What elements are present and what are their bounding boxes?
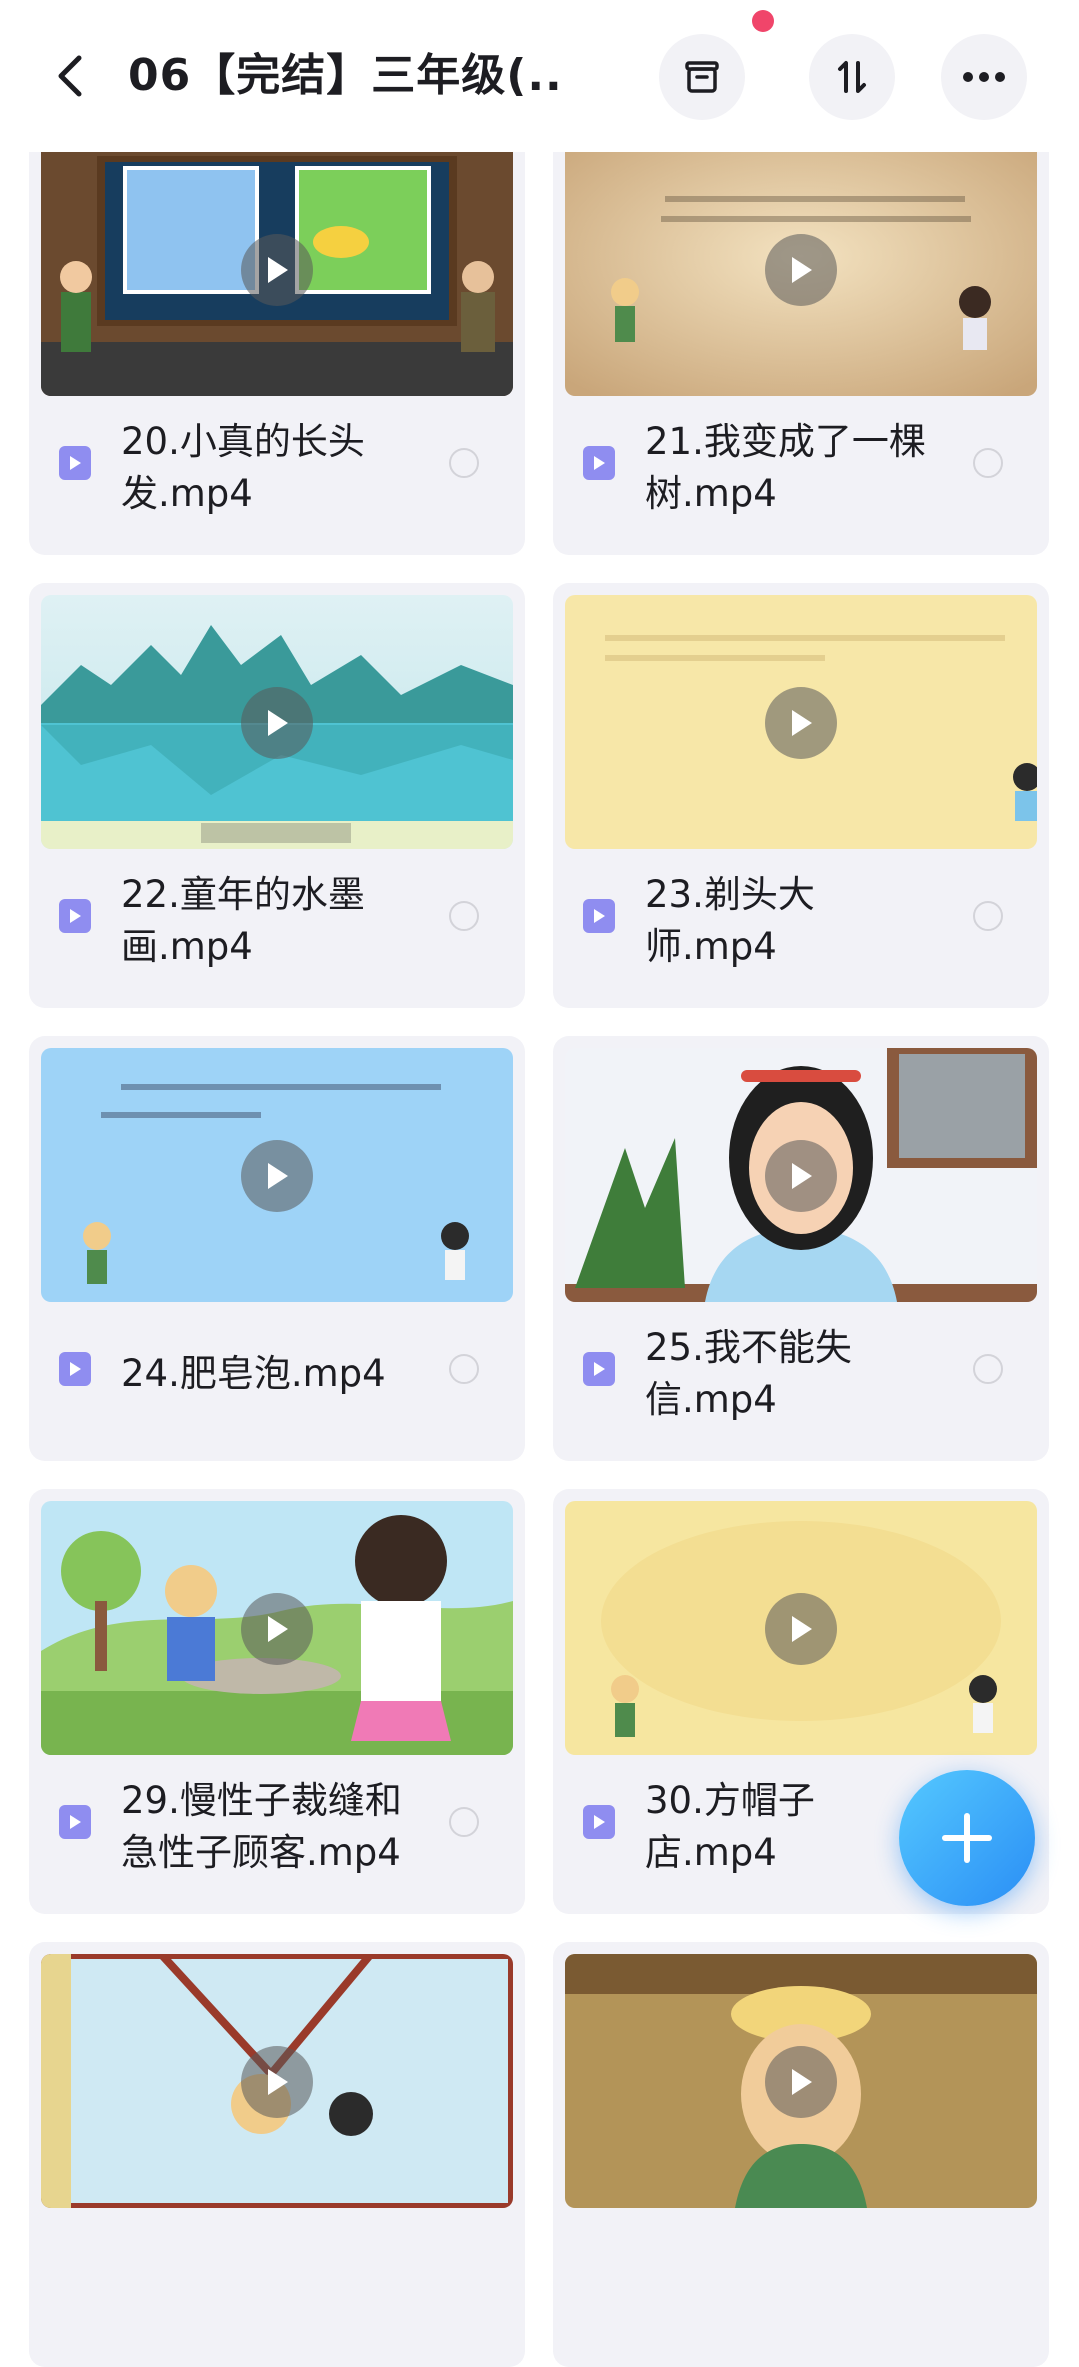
- play-icon[interactable]: [765, 1140, 837, 1212]
- file-card[interactable]: 22.童年的水墨画.mp4: [29, 583, 525, 1008]
- select-radio[interactable]: [449, 1354, 479, 1384]
- play-icon[interactable]: [765, 1593, 837, 1665]
- file-card[interactable]: 23.剃头大师.mp4: [553, 583, 1049, 1008]
- plus-icon: [942, 1813, 992, 1863]
- video-thumbnail[interactable]: [41, 1048, 513, 1302]
- file-name: 25.我不能失信.mp4: [645, 1326, 852, 1421]
- video-file-icon: [583, 899, 615, 933]
- play-icon[interactable]: [241, 1593, 313, 1665]
- page-title: 06【完结】三年级(...: [128, 50, 558, 101]
- video-thumbnail[interactable]: [41, 1954, 513, 2208]
- select-radio[interactable]: [973, 901, 1003, 931]
- file-card[interactable]: 20.小真的长头发.mp4: [29, 130, 525, 555]
- file-name: 29.慢性子裁缝和急性子顾客.mp4: [121, 1779, 402, 1874]
- file-card[interactable]: 21.我变成了一棵树.mp4: [553, 130, 1049, 555]
- video-thumbnail[interactable]: [41, 142, 513, 396]
- play-icon[interactable]: [765, 2046, 837, 2118]
- back-button[interactable]: [44, 44, 96, 108]
- video-thumbnail[interactable]: [41, 1501, 513, 1755]
- play-icon[interactable]: [765, 234, 837, 306]
- play-icon[interactable]: [765, 687, 837, 759]
- select-radio[interactable]: [449, 448, 479, 478]
- file-name: 22.童年的水墨画.mp4: [121, 873, 365, 968]
- file-name: 20.小真的长头发.mp4: [121, 420, 365, 515]
- archive-icon: [685, 61, 719, 93]
- video-thumbnail[interactable]: [41, 595, 513, 849]
- video-file-icon: [583, 1352, 615, 1386]
- file-card[interactable]: 29.慢性子裁缝和急性子顾客.mp4: [29, 1489, 525, 1914]
- file-card[interactable]: 24.肥皂泡.mp4: [29, 1036, 525, 1461]
- select-radio[interactable]: [973, 448, 1003, 478]
- file-card[interactable]: 25.我不能失信.mp4: [553, 1036, 1049, 1461]
- file-grid: 20.小真的长头发.mp4 21.我变成了一棵树.mp4 22.童年的水墨画.m…: [29, 130, 1053, 2367]
- video-thumbnail[interactable]: [565, 1501, 1037, 1755]
- play-icon[interactable]: [241, 234, 313, 306]
- video-file-icon: [59, 446, 91, 480]
- sort-icon: [838, 61, 866, 93]
- more-icon: [963, 72, 1005, 82]
- file-card[interactable]: [29, 1942, 525, 2367]
- top-bar: 06【完结】三年级(...: [0, 0, 1079, 152]
- archive-button[interactable]: [659, 34, 745, 120]
- video-thumbnail[interactable]: [565, 595, 1037, 849]
- select-radio[interactable]: [973, 1354, 1003, 1384]
- file-name: 21.我变成了一棵树.mp4: [645, 420, 926, 515]
- play-icon[interactable]: [241, 2046, 313, 2118]
- file-name: 24.肥皂泡.mp4: [121, 1352, 386, 1395]
- video-file-icon: [59, 1352, 91, 1386]
- add-button[interactable]: [899, 1770, 1035, 1906]
- select-radio[interactable]: [449, 901, 479, 931]
- file-card[interactable]: [553, 1942, 1049, 2367]
- video-thumbnail[interactable]: [565, 1954, 1037, 2208]
- back-icon: [58, 55, 82, 97]
- video-file-icon: [583, 1805, 615, 1839]
- sort-button[interactable]: [809, 34, 895, 120]
- file-name: 23.剃头大师.mp4: [645, 873, 815, 968]
- video-file-icon: [59, 1805, 91, 1839]
- video-thumbnail[interactable]: [565, 1048, 1037, 1302]
- video-file-icon: [583, 446, 615, 480]
- video-thumbnail[interactable]: [565, 142, 1037, 396]
- notification-dot: [752, 10, 774, 32]
- play-icon[interactable]: [241, 1140, 313, 1212]
- select-radio[interactable]: [449, 1807, 479, 1837]
- video-file-icon: [59, 899, 91, 933]
- more-button[interactable]: [941, 34, 1027, 120]
- play-icon[interactable]: [241, 687, 313, 759]
